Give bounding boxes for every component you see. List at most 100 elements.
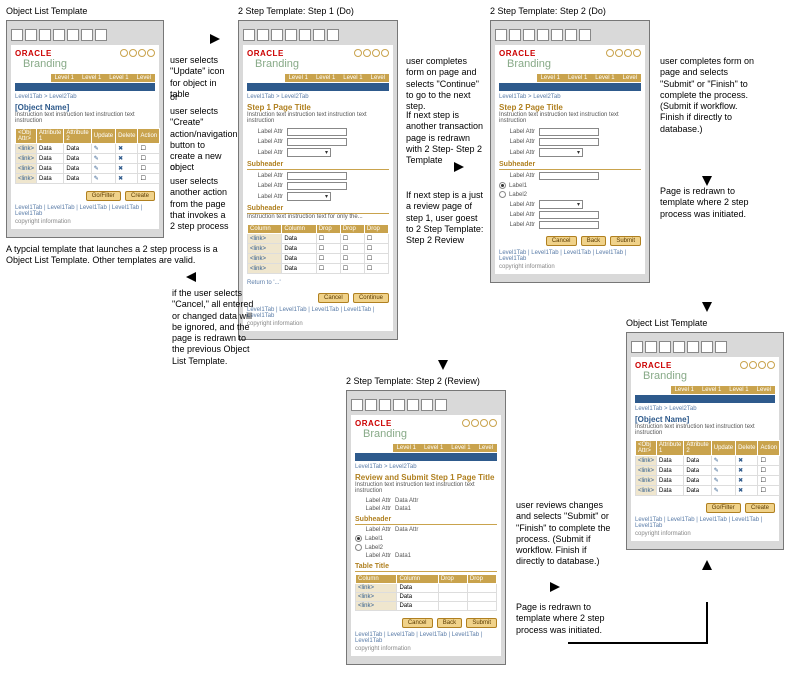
- instruction-text: Instruction text instruction text instru…: [247, 112, 389, 124]
- global-icons: [461, 419, 497, 429]
- footer-links[interactable]: Level1Tab | Level1Tab | Level1Tab | Leve…: [355, 632, 497, 644]
- window-chrome: [351, 399, 501, 411]
- delete-icon[interactable]: ✖: [116, 164, 138, 174]
- panel-objlist2: ORACLE Branding LevelLevel 1Level 1Level…: [626, 332, 784, 550]
- panel4-title: 2 Step Template: Step 2 (Review): [346, 376, 480, 386]
- label: Label Attr: [247, 173, 283, 179]
- subheader: Subheader: [355, 516, 497, 525]
- table-row[interactable]: <link>DataData✎✖☐: [16, 174, 160, 184]
- tabbar[interactable]: LevelLevel 1Level 1Level 1: [635, 386, 775, 396]
- submit-button[interactable]: Submit: [610, 236, 641, 246]
- dropdown[interactable]: [287, 192, 331, 201]
- text-input[interactable]: [287, 182, 347, 190]
- global-icons: [739, 361, 775, 371]
- text-input[interactable]: [287, 138, 347, 146]
- tabbar[interactable]: LevelLevel 1Level 1Level 1: [15, 74, 155, 84]
- text-input[interactable]: [539, 211, 599, 219]
- submit-button[interactable]: Submit: [466, 618, 497, 628]
- text-input[interactable]: [539, 172, 599, 180]
- subtab-bar: [15, 83, 155, 91]
- tab[interactable]: Level 1: [105, 74, 132, 82]
- subheader: Subheader: [247, 205, 389, 214]
- action-check[interactable]: ☐: [138, 154, 160, 164]
- return-link[interactable]: Return to '...': [247, 280, 281, 286]
- arrow-icon: [186, 270, 226, 286]
- instruction-text: Instruction text instruction text instru…: [355, 482, 497, 494]
- tab[interactable]: Level: [133, 74, 155, 82]
- footer-links[interactable]: Level1Tab | Level1Tab | Level1Tab | Leve…: [247, 307, 389, 319]
- step1-table[interactable]: ColumnColumnDropDropDrop <link>Data☐☐☐ <…: [247, 224, 389, 274]
- panel3-title: 2 Step Template: Step 2 (Do): [490, 6, 606, 16]
- th: Attribute 1: [37, 129, 64, 144]
- radio[interactable]: [499, 191, 506, 198]
- footer-links[interactable]: Level1Tab | Level1Tab | Level1Tab | Leve…: [499, 250, 641, 262]
- page-title: Step 1 Page Title: [247, 103, 389, 112]
- arrow-icon: [180, 32, 220, 48]
- cancel-button[interactable]: Cancel: [402, 618, 433, 628]
- table-row: <link>DataData✎✖☐: [636, 476, 780, 486]
- anno-or1: or: [170, 92, 232, 103]
- table-row: <link>Data☐☐☐: [248, 254, 389, 264]
- go-button[interactable]: Go/Filter: [706, 503, 741, 513]
- table-row[interactable]: <link>DataData✎✖☐: [16, 144, 160, 154]
- text-input[interactable]: [287, 172, 347, 180]
- label: Label Attr: [247, 194, 283, 200]
- dropdown[interactable]: [539, 200, 583, 209]
- breadcrumb[interactable]: Level1Tab > Level2Tab: [635, 406, 775, 412]
- dropdown[interactable]: [287, 148, 331, 157]
- anno-typical: A typcial template that launches a 2 ste…: [6, 244, 236, 267]
- tabbar[interactable]: LevelLevel 1Level 1Level 1: [355, 444, 497, 454]
- breadcrumb[interactable]: Level1Tab > Level2Tab: [499, 94, 641, 100]
- instruction-text: Instruction text instruction text instru…: [499, 112, 641, 124]
- subtab-bar: [635, 395, 775, 403]
- go-button[interactable]: Go/Filter: [86, 191, 121, 201]
- footer-links[interactable]: Level1Tab | Level1Tab | Level1Tab | Leve…: [15, 205, 155, 217]
- back-button[interactable]: Back: [437, 618, 462, 628]
- update-icon[interactable]: ✎: [91, 174, 115, 184]
- anno-cancel: if the user selects "Cancel," all entere…: [172, 288, 258, 367]
- delete-icon[interactable]: ✖: [116, 154, 138, 164]
- object-table[interactable]: <Obj Attr> Attribute 1 Attribute 2 Updat…: [15, 128, 160, 184]
- dropdown[interactable]: [539, 148, 583, 157]
- back-button[interactable]: Back: [581, 236, 606, 246]
- action-check[interactable]: ☐: [138, 174, 160, 184]
- subtab-bar: [247, 83, 389, 91]
- continue-button[interactable]: Continue: [353, 293, 389, 303]
- delete-icon[interactable]: ✖: [116, 144, 138, 154]
- branding-text: Branding: [363, 428, 407, 440]
- cancel-button[interactable]: Cancel: [546, 236, 577, 246]
- tabbar[interactable]: LevelLevel 1Level 1Level 1: [247, 74, 389, 84]
- table-row: <link>Data☐☐☐: [248, 244, 389, 254]
- label: Label Attr: [247, 183, 283, 189]
- create-button[interactable]: Create: [125, 191, 155, 201]
- breadcrumb[interactable]: Level1Tab > Level2Tab: [247, 94, 389, 100]
- table-row[interactable]: <link>DataData✎✖☐: [16, 154, 160, 164]
- tabbar[interactable]: LevelLevel 1Level 1Level 1: [499, 74, 641, 84]
- radio[interactable]: [499, 182, 506, 189]
- table-row[interactable]: <link>DataData✎✖☐: [16, 164, 160, 174]
- arrow-icon: [700, 146, 714, 188]
- anno-continue: user completes form on page and selects …: [406, 56, 486, 112]
- update-icon[interactable]: ✎: [91, 154, 115, 164]
- tab[interactable]: Level 1: [78, 74, 105, 82]
- delete-icon[interactable]: ✖: [116, 174, 138, 184]
- text-input[interactable]: [539, 138, 599, 146]
- text-input[interactable]: [539, 221, 599, 229]
- text-input[interactable]: [287, 128, 347, 136]
- footer-links[interactable]: Level1Tab | Level1Tab | Level1Tab | Leve…: [635, 517, 775, 529]
- cancel-button[interactable]: Cancel: [318, 293, 349, 303]
- panel1-content: ORACLE Branding LevelLevel 1Level 1Level…: [11, 45, 159, 229]
- object-table[interactable]: <Obj Attr>Attribute 1Attribute 2UpdateDe…: [635, 440, 780, 496]
- action-check[interactable]: ☐: [138, 144, 160, 154]
- create-button[interactable]: Create: [745, 503, 775, 513]
- update-icon[interactable]: ✎: [91, 164, 115, 174]
- action-check[interactable]: ☐: [138, 164, 160, 174]
- table-row: <link>Data☐☐☐: [248, 264, 389, 274]
- breadcrumb[interactable]: Level1Tab > Level2Tab: [15, 94, 155, 100]
- copyright: copyright information: [247, 321, 389, 327]
- text-input[interactable]: [539, 128, 599, 136]
- tab[interactable]: Level 1: [51, 74, 78, 82]
- table-row: <link>DataData✎✖☐: [636, 486, 780, 496]
- update-icon[interactable]: ✎: [91, 144, 115, 154]
- breadcrumb[interactable]: Level1Tab > Level2Tab: [355, 464, 497, 470]
